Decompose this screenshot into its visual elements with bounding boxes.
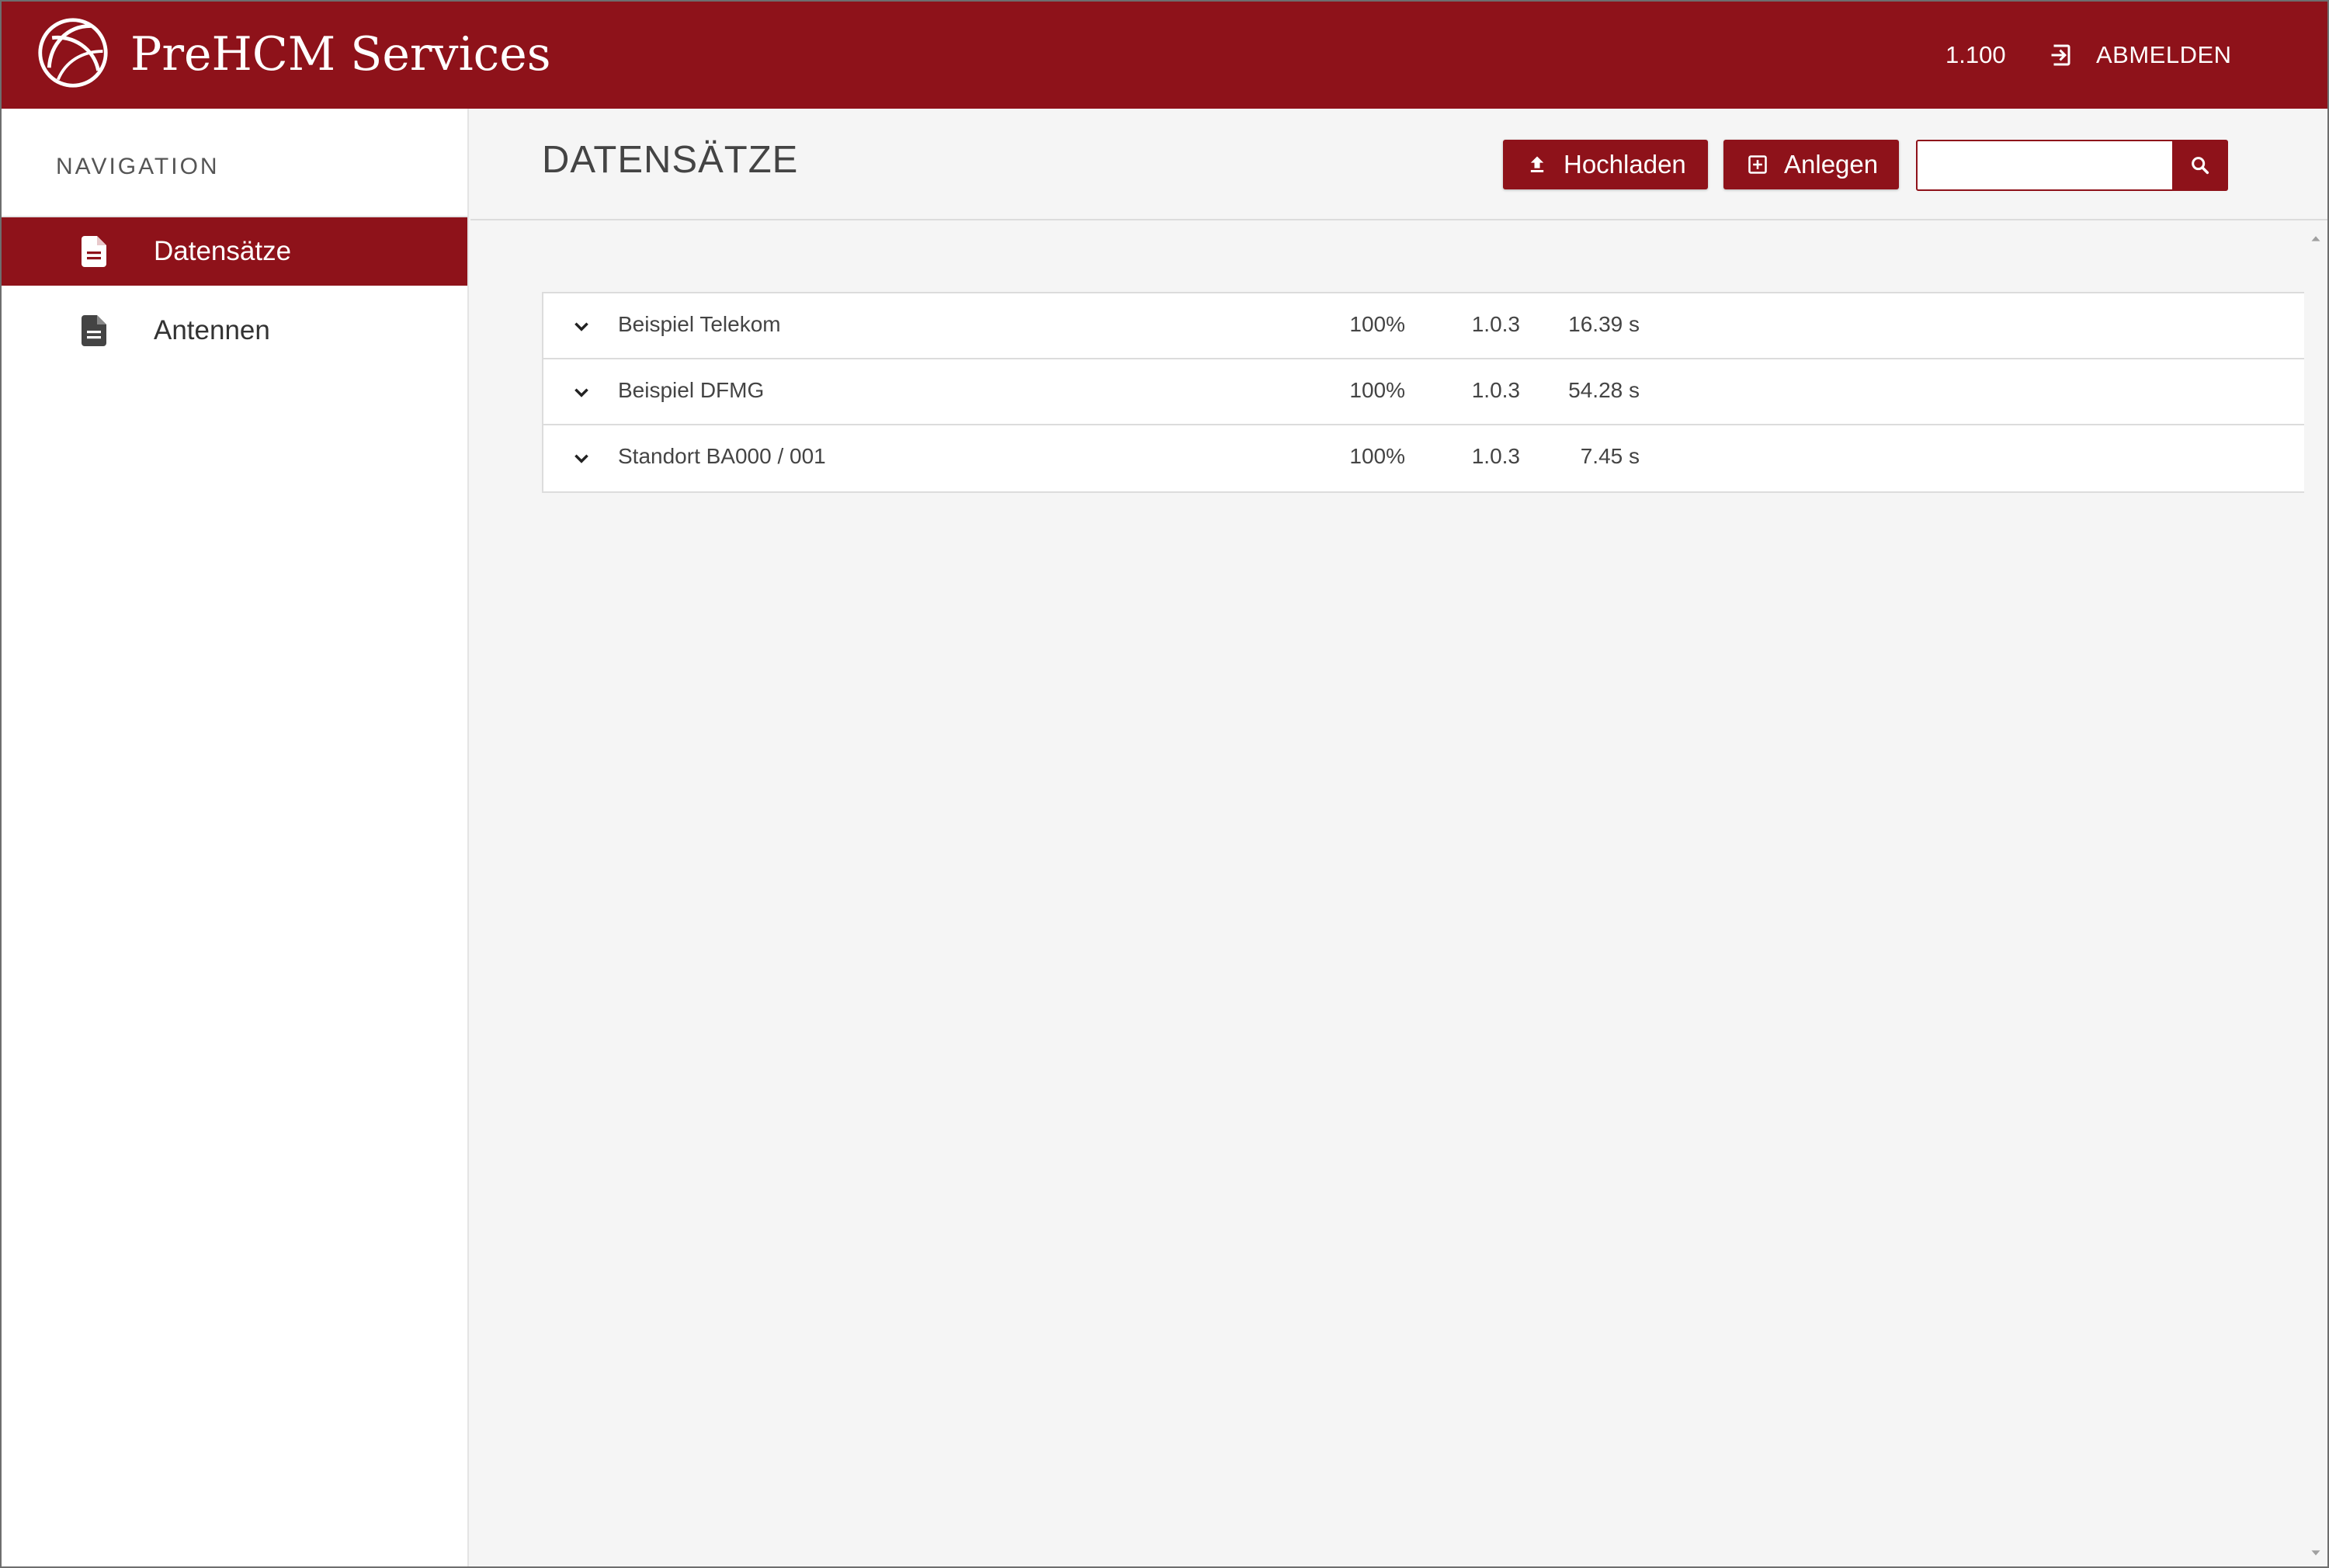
dataset-version: 1.0.3: [1471, 444, 1520, 468]
navigation-heading: NAVIGATION: [56, 154, 220, 179]
logout-button[interactable]: ABMELDEN: [2048, 33, 2232, 78]
sidebar-item-label: Antennen: [154, 315, 270, 345]
dataset-list: Beispiel Telekom 100% 1.0.3 16.39 s Beis…: [542, 292, 2304, 493]
dataset-name: Standort BA000 / 001: [618, 444, 826, 468]
content-area: Beispiel Telekom 100% 1.0.3 16.39 s Beis…: [470, 222, 2304, 1566]
dataset-progress: 100%: [1349, 444, 1405, 468]
vertical-scrollbar[interactable]: [2304, 222, 2327, 1566]
document-icon: [82, 315, 106, 346]
create-button[interactable]: Anlegen: [1723, 140, 1899, 189]
dataset-progress: 100%: [1349, 378, 1405, 402]
main-header: DATENSÄTZE Hochladen Anlegen: [470, 109, 2327, 220]
page-title: DATENSÄTZE: [542, 139, 799, 181]
search-input[interactable]: [1916, 140, 2174, 191]
dataset-duration: 7.45 s: [1580, 444, 1640, 468]
document-icon: [82, 236, 106, 267]
dataset-name: Beispiel Telekom: [618, 312, 781, 336]
logout-label: ABMELDEN: [2096, 41, 2232, 68]
search-button[interactable]: [2172, 140, 2228, 191]
dataset-progress: 100%: [1349, 312, 1405, 336]
dataset-row[interactable]: Beispiel Telekom 100% 1.0.3 16.39 s: [543, 293, 2304, 359]
dataset-row[interactable]: Standort BA000 / 001 100% 1.0.3 7.45 s: [543, 425, 2304, 491]
dataset-duration: 16.39 s: [1568, 312, 1640, 336]
prehcm-logo-icon: [38, 18, 108, 88]
app-title: PreHCM Services: [130, 27, 551, 82]
chevron-down-icon[interactable]: [571, 449, 592, 469]
dataset-duration: 54.28 s: [1568, 378, 1640, 402]
upload-button-label: Hochladen: [1564, 150, 1686, 179]
app-window: PreHCM Services 1.100 ABMELDEN NAVIGATIO…: [0, 0, 2329, 1568]
upload-button[interactable]: Hochladen: [1503, 140, 1708, 189]
sidebar: NAVIGATION Datensätze Antennen: [2, 109, 469, 1566]
dataset-name: Beispiel DFMG: [618, 378, 765, 402]
sidebar-item-datensaetze[interactable]: Datensätze: [2, 217, 467, 286]
search-icon: [2192, 157, 2209, 175]
create-button-label: Anlegen: [1784, 150, 1879, 179]
scroll-down-arrow-icon[interactable]: [2307, 1545, 2324, 1562]
chevron-down-icon[interactable]: [571, 383, 592, 403]
chevron-down-icon[interactable]: [571, 317, 592, 337]
top-bar: PreHCM Services 1.100 ABMELDEN: [2, 2, 2327, 109]
add-box-icon: [1748, 155, 1767, 174]
dataset-row[interactable]: Beispiel DFMG 100% 1.0.3 54.28 s: [543, 359, 2304, 425]
sidebar-item-antennen[interactable]: Antennen: [2, 297, 467, 365]
dataset-version: 1.0.3: [1471, 312, 1520, 336]
logout-icon: [2051, 44, 2070, 66]
version-label: 1.100: [1945, 41, 2006, 68]
upload-icon: [1530, 156, 1544, 172]
dataset-version: 1.0.3: [1471, 378, 1520, 402]
scroll-up-arrow-icon[interactable]: [2307, 230, 2324, 247]
sidebar-item-label: Datensätze: [154, 236, 292, 266]
